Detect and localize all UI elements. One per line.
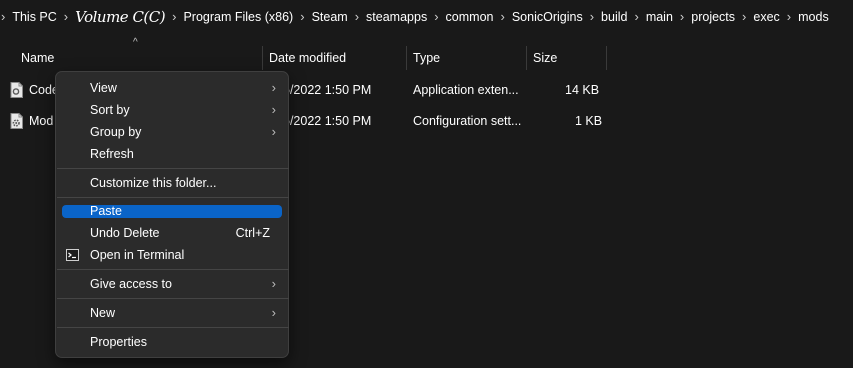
file-date: 5/2022 1:50 PM xyxy=(283,83,372,97)
chevron-right-icon[interactable]: › xyxy=(680,9,684,24)
chevron-right-icon: › xyxy=(271,124,276,139)
breadcrumb-sonicorigins[interactable]: SonicOrigins xyxy=(512,10,583,24)
column-headers: Name Date modified Type Size xyxy=(0,44,853,72)
chevron-right-icon[interactable]: › xyxy=(172,9,176,24)
chevron-right-icon: › xyxy=(271,276,276,291)
chevron-right-icon[interactable]: › xyxy=(787,9,791,24)
breadcrumb-exec[interactable]: exec xyxy=(753,10,779,24)
breadcrumb-steam[interactable]: Steam xyxy=(312,10,348,24)
file-date: 5/2022 1:50 PM xyxy=(283,114,372,128)
menu-item-label: Refresh xyxy=(90,147,134,161)
file-name: Mod xyxy=(29,114,54,128)
menu-item-paste[interactable]: Paste xyxy=(62,205,282,218)
breadcrumb-common[interactable]: common xyxy=(446,10,494,24)
menu-separator xyxy=(57,269,289,270)
menu-item-give-access[interactable]: Give access to › xyxy=(62,276,282,292)
menu-item-group-by[interactable]: Group by › xyxy=(62,124,282,140)
chevron-right-icon[interactable]: › xyxy=(634,9,638,24)
menu-item-open-terminal[interactable]: Open in Terminal xyxy=(62,247,282,263)
breadcrumb-steamapps[interactable]: steamapps xyxy=(366,10,427,24)
chevron-right-icon[interactable]: › xyxy=(742,9,746,24)
menu-item-label: Give access to xyxy=(90,277,172,291)
menu-item-shortcut: Ctrl+Z xyxy=(235,226,270,240)
menu-item-new[interactable]: New › xyxy=(62,305,282,321)
menu-separator xyxy=(57,168,289,169)
file-type: Configuration sett... xyxy=(413,114,522,128)
terminal-icon xyxy=(66,249,79,261)
menu-separator xyxy=(57,197,289,198)
breadcrumb-projects[interactable]: projects xyxy=(691,10,735,24)
menu-item-label: New xyxy=(90,306,116,320)
menu-item-customize-folder[interactable]: Customize this folder... xyxy=(62,175,282,191)
chevron-right-icon[interactable]: › xyxy=(300,9,304,24)
column-divider[interactable] xyxy=(526,46,527,70)
menu-item-label: Customize this folder... xyxy=(90,176,217,190)
dll-file-icon xyxy=(10,82,23,98)
chevron-right-icon[interactable]: › xyxy=(64,9,68,24)
chevron-right-icon: › xyxy=(271,80,276,95)
menu-item-label: Group by xyxy=(90,125,142,139)
chevron-right-icon[interactable]: › xyxy=(590,9,594,24)
menu-item-undo-delete[interactable]: Undo Delete Ctrl+Z xyxy=(62,225,282,241)
menu-item-label: Sort by xyxy=(90,103,130,117)
breadcrumb-program-files[interactable]: Program Files (x86) xyxy=(183,10,293,24)
breadcrumb-build[interactable]: build xyxy=(601,10,627,24)
column-header-size[interactable]: Size xyxy=(533,44,557,72)
breadcrumb: › This PC › Volume C(C) › Program Files … xyxy=(0,0,853,34)
menu-separator xyxy=(57,327,289,328)
chevron-right-icon: › xyxy=(271,305,276,320)
menu-item-label: Properties xyxy=(90,335,147,349)
menu-item-label: Undo Delete xyxy=(90,226,160,240)
breadcrumb-mods[interactable]: mods xyxy=(798,10,829,24)
menu-separator xyxy=(57,298,289,299)
explorer-window: › This PC › Volume C(C) › Program Files … xyxy=(0,0,853,368)
menu-item-label: View xyxy=(90,81,117,95)
menu-item-properties[interactable]: Properties xyxy=(62,334,282,350)
chevron-right-icon[interactable]: › xyxy=(500,9,504,24)
column-divider[interactable] xyxy=(262,46,263,70)
chevron-right-icon[interactable]: › xyxy=(355,9,359,24)
chevron-right-icon[interactable]: › xyxy=(1,9,5,24)
breadcrumb-volume-c[interactable]: Volume C(C) xyxy=(75,8,165,26)
column-header-name[interactable]: Name xyxy=(21,44,54,72)
column-header-type[interactable]: Type xyxy=(413,44,440,72)
menu-item-label: Paste xyxy=(90,204,122,218)
column-header-date-modified[interactable]: Date modified xyxy=(269,44,346,72)
menu-item-label: Open in Terminal xyxy=(90,248,185,262)
context-menu: View › Sort by › Group by › Refresh Cust… xyxy=(55,71,289,358)
menu-item-view[interactable]: View › xyxy=(62,80,282,96)
file-type: Application exten... xyxy=(413,83,519,97)
menu-item-refresh[interactable]: Refresh xyxy=(62,146,282,162)
column-divider[interactable] xyxy=(606,46,607,70)
breadcrumb-this-pc[interactable]: This PC xyxy=(12,10,56,24)
config-file-icon xyxy=(10,113,23,129)
menu-item-sort-by[interactable]: Sort by › xyxy=(62,102,282,118)
file-size: 14 KB xyxy=(565,83,600,97)
chevron-right-icon[interactable]: › xyxy=(434,9,438,24)
file-size: 1 KB xyxy=(575,114,603,128)
chevron-right-icon: › xyxy=(271,102,276,117)
breadcrumb-main[interactable]: main xyxy=(646,10,673,24)
column-divider[interactable] xyxy=(406,46,407,70)
